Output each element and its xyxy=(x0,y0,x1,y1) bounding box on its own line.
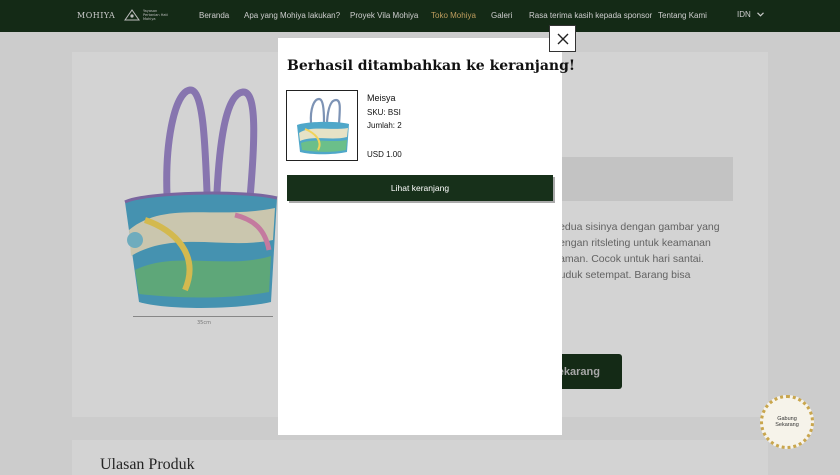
product-name: Meisya xyxy=(367,93,396,103)
product-thumbnail xyxy=(286,90,358,161)
join-badge-line2: Sekarang xyxy=(775,422,799,428)
view-cart-button[interactable]: Lihat keranjang xyxy=(287,175,553,201)
close-icon xyxy=(557,33,568,44)
tote-bag-thumbnail xyxy=(297,97,349,154)
modal-title: Berhasil ditambahkan ke keranjang! xyxy=(287,58,576,74)
product-quantity: Jumlah: 2 xyxy=(367,121,402,130)
product-price: USD 1.00 xyxy=(367,150,402,159)
close-button[interactable] xyxy=(549,25,576,52)
join-now-badge[interactable]: Gabung Sekarang xyxy=(760,395,814,449)
product-sku: SKU: BSI xyxy=(367,108,401,117)
